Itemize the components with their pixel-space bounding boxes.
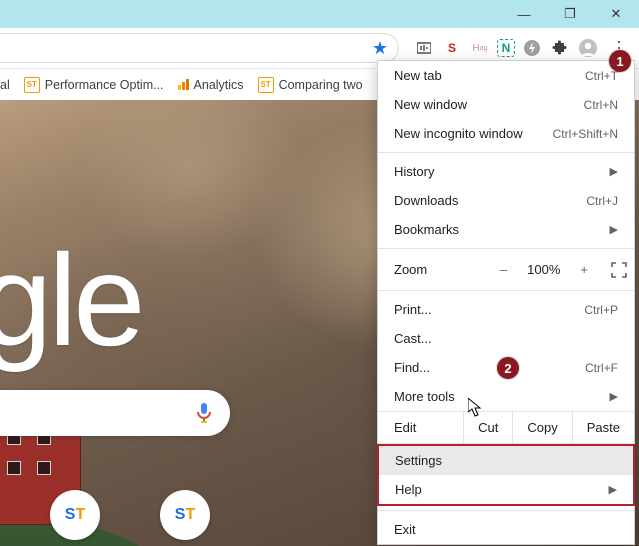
- menu-label: Bookmarks: [394, 222, 459, 237]
- ntp-shortcut[interactable]: ST: [50, 490, 100, 540]
- extension-n-icon[interactable]: N: [497, 39, 515, 57]
- menu-print[interactable]: Print... Ctrl+P: [378, 295, 634, 324]
- bookmark-label: Performance Optim...: [45, 78, 164, 92]
- menu-copy[interactable]: Copy: [512, 412, 571, 443]
- extension-seo-icon[interactable]: S: [441, 37, 463, 59]
- shortcut-glyph: T: [185, 506, 195, 524]
- extension-icon[interactable]: [413, 37, 435, 59]
- menu-separator: [378, 510, 634, 511]
- menu-new-incognito[interactable]: New incognito window Ctrl+Shift+N: [378, 119, 634, 148]
- bookmark-label: al: [0, 78, 10, 92]
- window-maximize-button[interactable]: ❐: [547, 0, 593, 28]
- menu-more-tools[interactable]: More tools ▶: [378, 382, 634, 411]
- menu-downloads[interactable]: Downloads Ctrl+J: [378, 186, 634, 215]
- st-icon: ST: [24, 77, 40, 93]
- menu-new-tab[interactable]: New tab Ctrl+T: [378, 61, 634, 90]
- voice-search-icon[interactable]: [194, 403, 214, 423]
- chevron-right-icon: ▶: [609, 483, 617, 496]
- chevron-right-icon: ▶: [610, 223, 618, 236]
- bookmark-item[interactable]: Analytics: [178, 78, 244, 92]
- menu-label: More tools: [394, 389, 455, 404]
- chevron-right-icon: ▶: [610, 165, 618, 178]
- menu-shortcut: Ctrl+N: [584, 98, 618, 112]
- annotation-badge-2: 2: [497, 357, 519, 379]
- menu-shortcut: Ctrl+J: [586, 194, 618, 208]
- menu-label: Zoom: [394, 262, 488, 277]
- bookmark-item[interactable]: ST Comparing two: [258, 77, 363, 93]
- menu-label: Exit: [394, 522, 416, 537]
- menu-cast[interactable]: Cast...: [378, 324, 634, 353]
- menu-separator: [378, 248, 634, 249]
- zoom-in-button[interactable]: +: [568, 258, 600, 281]
- zoom-percent: 100%: [519, 262, 568, 277]
- st-icon: ST: [258, 77, 274, 93]
- menu-help[interactable]: Help ▶: [379, 475, 633, 504]
- bookmark-item[interactable]: ST Performance Optim...: [24, 77, 164, 93]
- chevron-right-icon: ▶: [610, 390, 618, 403]
- menu-shortcut: Ctrl+T: [585, 69, 618, 83]
- menu-separator: [378, 152, 634, 153]
- menu-label: New tab: [394, 68, 442, 83]
- chrome-main-menu: New tab Ctrl+T New window Ctrl+N New inc…: [377, 60, 635, 545]
- zoom-out-button[interactable]: –: [488, 258, 519, 281]
- annotation-highlight: Settings Help ▶: [377, 444, 635, 506]
- menu-new-window[interactable]: New window Ctrl+N: [378, 90, 634, 119]
- menu-label: New incognito window: [394, 126, 523, 141]
- bookmark-label: Analytics: [194, 78, 244, 92]
- fullscreen-icon[interactable]: [610, 261, 628, 279]
- menu-edit-row: Edit Cut Copy Paste: [378, 411, 634, 444]
- shortcut-glyph: S: [175, 506, 186, 524]
- window-close-button[interactable]: ✕: [593, 0, 639, 28]
- extensions-puzzle-icon[interactable]: [549, 37, 571, 59]
- extension-htag-icon[interactable]: Hag: [469, 37, 491, 59]
- ntp-shortcut[interactable]: ST: [160, 490, 210, 540]
- menu-separator: [378, 290, 634, 291]
- shortcut-glyph: S: [65, 506, 76, 524]
- bookmark-label: Comparing two: [279, 78, 363, 92]
- profile-avatar-icon[interactable]: [577, 37, 599, 59]
- cursor-icon: [468, 398, 484, 418]
- menu-shortcut: Ctrl+Shift+N: [553, 127, 618, 141]
- window-minimize-button[interactable]: —: [501, 0, 547, 28]
- menu-history[interactable]: History ▶: [378, 157, 634, 186]
- menu-label: Edit: [378, 412, 463, 443]
- shortcut-glyph: T: [75, 506, 85, 524]
- menu-label: Cast...: [394, 331, 432, 346]
- bookmark-star-icon[interactable]: ★: [372, 38, 388, 59]
- menu-label: Find...: [394, 360, 430, 375]
- menu-exit[interactable]: Exit: [378, 515, 634, 544]
- menu-label: Settings: [395, 453, 442, 468]
- menu-label: Downloads: [394, 193, 458, 208]
- annotation-badge-1: 1: [609, 50, 631, 72]
- analytics-icon: [178, 79, 189, 90]
- menu-label: Print...: [394, 302, 432, 317]
- bookmark-item[interactable]: al: [0, 78, 10, 92]
- menu-label: New window: [394, 97, 467, 112]
- google-logo-fragment: gle: [0, 225, 141, 375]
- menu-settings[interactable]: Settings: [379, 446, 633, 475]
- menu-shortcut: Ctrl+P: [584, 303, 618, 317]
- menu-paste[interactable]: Paste: [572, 412, 634, 443]
- menu-label: History: [394, 164, 434, 179]
- extension-bolt-icon[interactable]: [521, 37, 543, 59]
- menu-bookmarks[interactable]: Bookmarks ▶: [378, 215, 634, 244]
- address-bar[interactable]: ★: [0, 33, 399, 63]
- menu-zoom: Zoom – 100% +: [378, 253, 634, 286]
- menu-shortcut: Ctrl+F: [585, 361, 618, 375]
- menu-label: Help: [395, 482, 422, 497]
- google-search-bar[interactable]: [0, 390, 230, 436]
- window-titlebar: — ❐ ✕: [0, 0, 639, 28]
